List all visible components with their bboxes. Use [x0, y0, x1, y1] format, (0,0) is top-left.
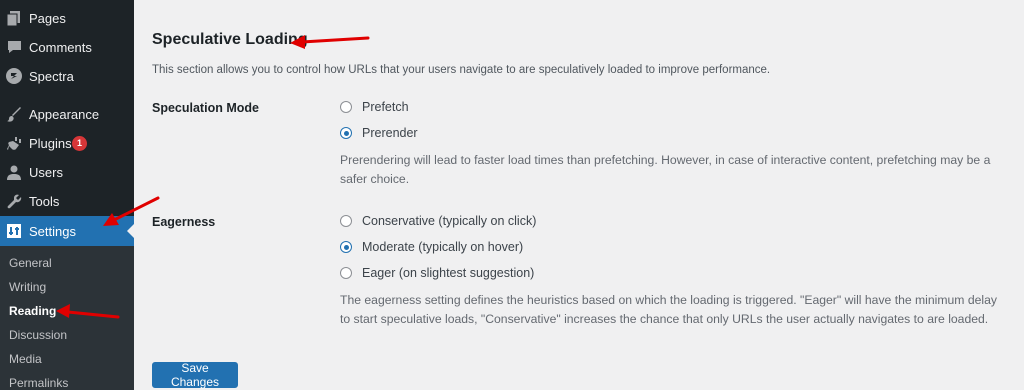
- radio-button[interactable]: [340, 101, 352, 113]
- sidebar-item-label: Plugins: [29, 135, 72, 151]
- active-menu-notch: [127, 224, 134, 238]
- spectra-icon: [6, 68, 22, 84]
- radio-button[interactable]: [340, 267, 352, 279]
- cropped-text-line: [152, 0, 592, 2]
- radio-moderate[interactable]: Moderate (typically on hover): [340, 240, 523, 254]
- plugins-icon: [6, 135, 22, 151]
- sidebar-item-appearance[interactable]: Appearance: [0, 100, 134, 128]
- annotation-arrows: [56, 35, 370, 319]
- radio-label: Conservative (typically on click): [362, 214, 537, 228]
- radio-label: Eager (on slightest suggestion): [362, 266, 535, 280]
- radio-label: Prefetch: [362, 100, 409, 114]
- comments-icon: [6, 39, 22, 55]
- eagerness-label: Eagerness: [152, 215, 216, 229]
- radio-label: Prerender: [362, 126, 418, 140]
- pages-icon: [6, 10, 22, 26]
- speculation-mode-help: Prerendering will lead to faster load ti…: [340, 153, 991, 186]
- radio-conservative[interactable]: Conservative (typically on click): [340, 214, 536, 228]
- radio-prefetch[interactable]: Prefetch: [340, 100, 409, 114]
- section-title: Speculative Loading: [152, 31, 308, 48]
- sidebar-item-label: Tools: [29, 193, 60, 209]
- submenu-item-writing[interactable]: Writing: [9, 280, 46, 294]
- submenu-item-permalinks[interactable]: Permalinks: [9, 376, 68, 390]
- admin-sidebar: Pages Comments Spectra Appearance Plugin…: [0, 0, 134, 390]
- sidebar-item-comments[interactable]: Comments: [0, 33, 134, 61]
- sidebar-item-label: Appearance: [29, 106, 100, 122]
- sidebar-item-users[interactable]: Users: [0, 158, 134, 186]
- speculation-mode-label: Speculation Mode: [152, 101, 259, 115]
- sidebar-item-spectra[interactable]: Spectra: [0, 62, 134, 90]
- sidebar-item-plugins[interactable]: Plugins 1: [0, 129, 134, 157]
- radio-button-selected[interactable]: [340, 241, 352, 253]
- users-icon: [6, 164, 22, 180]
- sidebar-item-label: Comments: [29, 39, 92, 55]
- sidebar-item-tools[interactable]: Tools: [0, 187, 134, 215]
- radio-eager[interactable]: Eager (on slightest suggestion): [340, 266, 534, 280]
- update-count-badge: 1: [72, 135, 87, 151]
- submenu-item-general[interactable]: General: [9, 256, 52, 270]
- submenu-item-media[interactable]: Media: [9, 352, 42, 366]
- radio-button-selected[interactable]: [340, 127, 352, 139]
- sidebar-item-label: Settings: [29, 223, 76, 239]
- settings-submenu: General Writing Reading Discussion Media…: [0, 246, 134, 390]
- sidebar-item-label: Pages: [29, 10, 66, 26]
- settings-icon: [6, 223, 22, 239]
- sidebar-item-pages[interactable]: Pages: [0, 4, 134, 32]
- radio-label: Moderate (typically on hover): [362, 240, 524, 254]
- save-changes-button[interactable]: Save Changes: [152, 361, 238, 389]
- sidebar-item-label: Users: [29, 164, 63, 180]
- radio-button[interactable]: [340, 215, 352, 227]
- submenu-item-discussion[interactable]: Discussion: [9, 328, 67, 342]
- submenu-item-reading[interactable]: Reading: [9, 304, 56, 318]
- sidebar-item-label: Spectra: [29, 68, 74, 84]
- sidebar-item-settings[interactable]: Settings: [0, 216, 134, 246]
- radio-prerender[interactable]: Prerender: [340, 126, 418, 140]
- eagerness-help: The eagerness setting defines the heuris…: [340, 293, 997, 326]
- section-description: This section allows you to control how U…: [152, 64, 771, 76]
- appearance-icon: [6, 106, 22, 122]
- tools-icon: [6, 193, 22, 209]
